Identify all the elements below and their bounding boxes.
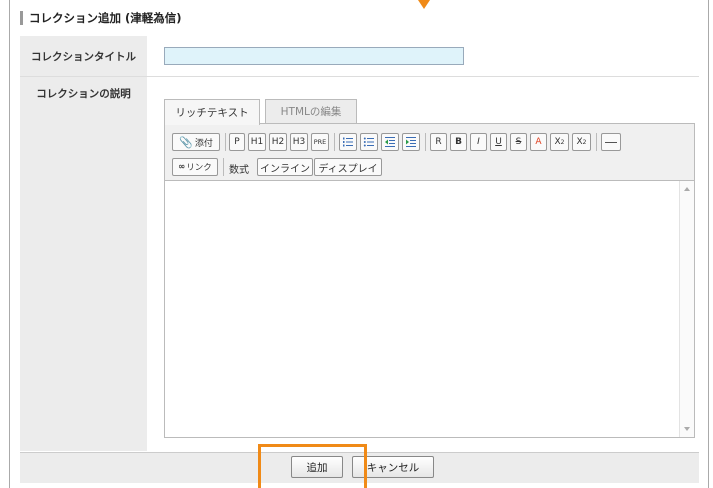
regular-button[interactable]: R (430, 133, 447, 151)
link-icon: ∞ (178, 162, 186, 172)
text-color-button[interactable]: A (530, 133, 547, 151)
horizontal-rule-icon (605, 141, 617, 143)
unordered-list-icon (363, 137, 374, 147)
ordered-list-button[interactable] (339, 133, 357, 151)
subscript-button[interactable]: X2 (572, 133, 591, 151)
title-marker (20, 11, 23, 25)
pointer-arrow (418, 0, 430, 9)
pre-button[interactable]: PRE (311, 133, 329, 151)
tab-html-edit[interactable]: HTMLの編集 (265, 99, 357, 123)
outdent-icon (385, 137, 395, 147)
h3-button[interactable]: H3 (290, 133, 308, 151)
title-label: コレクションタイトル (31, 51, 136, 63)
rich-text-editor[interactable] (164, 181, 695, 438)
toolbar-separator (223, 158, 224, 176)
tab-rich-text[interactable]: リッチテキスト (164, 99, 260, 125)
add-button[interactable]: 追加 (291, 456, 343, 478)
description-label: コレクションの説明 (36, 88, 131, 100)
description-label-cell: コレクションの説明 (20, 77, 147, 451)
editor-toolbar: 📎 添付 P H1 H2 H3 PRE R B I U S A X2 X2 ∞ … (164, 123, 695, 181)
underline-button[interactable]: U (490, 133, 507, 151)
toolbar-separator (596, 133, 597, 151)
attach-button[interactable]: 📎 添付 (172, 133, 220, 151)
paperclip-icon: 📎 (179, 135, 193, 149)
italic-button[interactable]: I (470, 133, 487, 151)
link-label: リンク (186, 163, 212, 173)
page-title: コレクション追加 (津軽為信) (29, 11, 182, 25)
dialog-header: コレクション追加 (津軽為信) (20, 10, 182, 26)
toolbar-separator (425, 133, 426, 151)
toolbar-separator (334, 133, 335, 151)
toolbar-separator (225, 133, 226, 151)
horizontal-rule-button[interactable] (601, 133, 621, 151)
superscript-button[interactable]: X2 (550, 133, 569, 151)
scroll-down-icon[interactable] (684, 427, 690, 431)
cancel-button[interactable]: キャンセル (352, 456, 434, 478)
attach-label: 添付 (194, 138, 213, 149)
title-label-cell: コレクションタイトル (20, 36, 147, 76)
indent-icon (406, 137, 416, 147)
editor-scrollbar[interactable] (679, 181, 694, 437)
bold-button[interactable]: B (450, 133, 467, 151)
ordered-list-icon (343, 137, 353, 147)
unordered-list-button[interactable] (360, 133, 378, 151)
collection-title-input[interactable] (164, 47, 464, 65)
h2-button[interactable]: H2 (269, 133, 287, 151)
indent-button[interactable] (402, 133, 420, 151)
h1-button[interactable]: H1 (248, 133, 266, 151)
outdent-button[interactable] (381, 133, 399, 151)
math-label: 数式 (229, 165, 249, 176)
link-button[interactable]: ∞ リンク (172, 158, 218, 176)
math-inline-button[interactable]: インライン (257, 158, 313, 176)
paragraph-button[interactable]: P (229, 133, 245, 151)
scroll-up-icon[interactable] (684, 187, 690, 191)
math-display-button[interactable]: ディスプレイ (314, 158, 382, 176)
strikethrough-button[interactable]: S (510, 133, 527, 151)
